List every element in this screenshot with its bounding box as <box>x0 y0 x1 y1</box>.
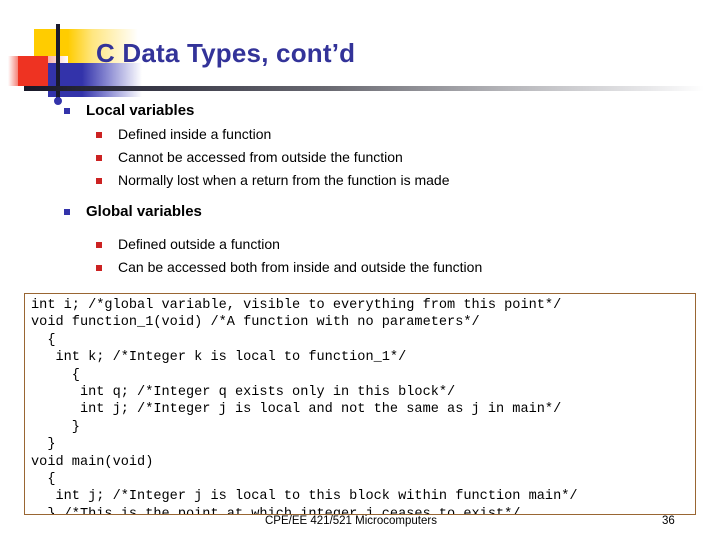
code-line: void main(void) <box>31 454 154 470</box>
square-bullet-icon <box>64 108 70 114</box>
bullet-label: Cannot be accessed from outside the func… <box>118 149 403 165</box>
bullet-label: Can be accessed both from inside and out… <box>118 259 483 275</box>
bullet-level1-local-variables: Local variables <box>0 100 720 122</box>
code-line: } /*This is the point at which integer j… <box>31 506 521 515</box>
code-line: } <box>31 419 80 435</box>
body-content: Local variables Defined inside a functio… <box>0 100 720 312</box>
page-title: C Data Types, cont’d <box>96 38 356 68</box>
code-line: { <box>31 367 80 383</box>
code-line: void function_1(void) /*A function with … <box>31 315 480 331</box>
decor-horizontal-rule <box>24 86 704 91</box>
bullet-level2-cannot-be-accessed: Cannot be accessed from outside the func… <box>0 146 720 169</box>
code-line: { <box>31 472 56 488</box>
slide: C Data Types, cont’d Local variables Def… <box>0 0 720 540</box>
square-bullet-icon <box>96 265 102 271</box>
code-line: int i; /*global variable, visible to eve… <box>31 298 562 313</box>
bullet-label: Normally lost when a return from the fun… <box>118 172 450 188</box>
square-bullet-icon <box>96 132 102 138</box>
square-bullet-icon <box>64 209 70 215</box>
code-line: { <box>31 332 56 348</box>
bullet-level2-defined-outside: Defined outside a function <box>0 233 720 256</box>
code-line: int k; /*Integer k is local to function_… <box>31 350 407 366</box>
code-block: int i; /*global variable, visible to eve… <box>24 293 696 515</box>
bullet-label: Defined outside a function <box>118 236 280 252</box>
decor-red-square <box>18 56 48 86</box>
square-bullet-icon <box>96 242 102 248</box>
footer-page-number: 36 <box>662 515 675 527</box>
code-line: int j; /*Integer j is local and not the … <box>31 402 562 418</box>
bullet-level1-global-variables: Global variables <box>0 201 720 223</box>
bullet-label: Defined inside a function <box>118 126 272 142</box>
code-line: int q; /*Integer q exists only in this b… <box>31 385 456 401</box>
bullet-level2-can-be-accessed: Can be accessed both from inside and out… <box>0 256 720 279</box>
bullet-level2-normally-lost: Normally lost when a return from the fun… <box>0 169 720 192</box>
decor-blue-square <box>48 63 82 97</box>
square-bullet-icon <box>96 155 102 161</box>
bullet-label: Global variables <box>86 203 202 220</box>
code-line: int j; /*Integer j is local to this bloc… <box>31 489 578 505</box>
bullet-label: Local variables <box>86 102 195 119</box>
square-bullet-icon <box>96 178 102 184</box>
bullet-level2-defined-inside: Defined inside a function <box>0 123 720 146</box>
code-line: } <box>31 437 56 453</box>
footer-course-label: CPE/EE 421/521 Microcomputers <box>265 515 437 527</box>
